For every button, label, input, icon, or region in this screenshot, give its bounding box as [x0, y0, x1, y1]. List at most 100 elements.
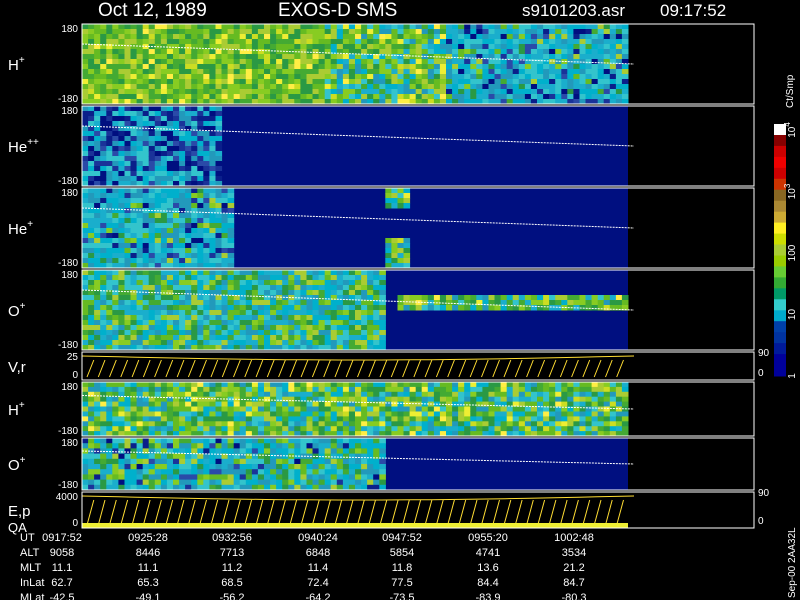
spectrogram-cell	[361, 453, 368, 460]
spectrogram-cell	[318, 64, 326, 70]
spectrogram-cell	[124, 84, 132, 90]
spectrogram-cell	[173, 156, 180, 162]
spectrogram-cell	[88, 121, 95, 127]
spectrogram-cell	[94, 176, 101, 182]
spectrogram-cell	[166, 121, 174, 127]
spectrogram-cell	[458, 382, 465, 388]
spectrogram-cell	[573, 84, 580, 90]
spectrogram-cell	[88, 198, 95, 204]
spectrogram-cell	[215, 156, 223, 162]
spectrogram-cell	[567, 69, 574, 75]
spectrogram-cell	[282, 474, 289, 481]
spectrogram-cell	[124, 238, 132, 244]
spectrogram-cell	[209, 285, 216, 291]
spectrogram-cell	[312, 59, 320, 65]
spectrogram-cell	[373, 295, 380, 301]
spectrogram-cell	[142, 203, 150, 209]
spectrogram-cell	[530, 426, 538, 432]
spectrogram-cell	[100, 29, 107, 35]
colorbar-segment	[774, 222, 786, 235]
spectrogram-cell	[446, 64, 453, 70]
orbit-row-name: ALT	[20, 547, 40, 559]
spectrogram-cell	[257, 474, 265, 481]
quality-bar	[82, 523, 628, 528]
y-axis-max-label: 180	[61, 270, 78, 281]
spectrogram-cell	[160, 438, 168, 444]
spectrogram-cell	[251, 275, 259, 281]
spectrogram-cell	[245, 300, 253, 306]
spectrogram-cell	[173, 275, 180, 281]
spectrogram-cell	[179, 126, 186, 132]
spectrogram-cell	[124, 44, 132, 50]
spectrogram-cell	[148, 69, 156, 75]
spectrogram-cell	[306, 94, 314, 100]
spectrogram-cell	[257, 44, 265, 50]
spectrogram-cell	[355, 59, 362, 65]
spectrogram-cell	[179, 223, 186, 229]
spectrogram-cell	[136, 315, 144, 321]
spectrogram-cell	[573, 300, 580, 306]
spectrogram-cell	[312, 474, 320, 481]
spectrogram-cell	[433, 406, 441, 412]
spectrogram-cell	[409, 94, 417, 100]
spectrogram-cell	[142, 39, 150, 45]
spectrogram-cell	[130, 24, 138, 30]
spectrogram-cell	[191, 166, 198, 172]
spectrogram-cell	[324, 300, 332, 306]
spectrogram-cell	[464, 89, 471, 95]
spectrogram-cell	[385, 248, 392, 254]
spectrogram-cell	[251, 64, 259, 70]
spectrogram-cell	[379, 330, 386, 336]
spectrogram-cell	[197, 295, 204, 301]
spectrogram-cell	[336, 479, 344, 486]
spectrogram-cell	[415, 74, 423, 80]
spectrogram-cell	[154, 391, 162, 398]
spectrogram-cell	[573, 74, 580, 80]
spectrogram-cell	[82, 396, 89, 403]
spectrogram-cell	[264, 315, 271, 321]
spectrogram-cell	[500, 29, 508, 35]
panel-5-vr: 250V,r900	[8, 348, 770, 381]
spectrogram-cell	[88, 79, 95, 85]
spectrogram-cell	[294, 24, 301, 30]
spectrogram-cell	[118, 310, 125, 316]
spectrogram-cell	[312, 411, 320, 417]
spectrogram-cell	[88, 156, 95, 162]
spectrogram-cell	[191, 391, 198, 398]
spectrogram-cell	[154, 421, 162, 427]
spectrogram-cell	[118, 270, 125, 276]
spectrogram-cell	[173, 141, 180, 147]
spectrogram-cell	[494, 49, 502, 55]
spectrogram-cell	[427, 24, 435, 30]
spectrogram-cell	[591, 34, 599, 40]
spectrogram-cell	[166, 464, 174, 470]
spectrogram-cell	[154, 464, 162, 470]
orbit-row-name: MLat	[20, 592, 44, 600]
spectrogram-cell	[567, 39, 574, 45]
spectrogram-cell	[470, 69, 477, 75]
spectrogram-cell	[203, 340, 210, 346]
spectrogram-cell	[227, 243, 235, 249]
spectrogram-cell	[136, 406, 144, 412]
spectrogram-cell	[300, 335, 307, 341]
spectrogram-cell	[555, 382, 562, 388]
spectrogram-cell	[154, 49, 162, 55]
spectrogram-cell	[403, 295, 411, 301]
spectrogram-cell	[148, 54, 156, 60]
spectrogram-cell	[336, 280, 344, 286]
spectrogram-cell	[166, 59, 174, 65]
spectrogram-cell	[597, 382, 605, 388]
spectrogram-cell	[585, 74, 593, 80]
spectrogram-cell	[191, 74, 198, 80]
spectrogram-cell	[530, 24, 538, 30]
spectrogram-cell	[342, 411, 350, 417]
spectrogram-cell	[379, 24, 386, 30]
spectrogram-cell	[160, 416, 168, 422]
spectrogram-cell	[106, 305, 113, 311]
spectrogram-cell	[318, 29, 326, 35]
spectrogram-cell	[409, 39, 417, 45]
spectrogram-cell	[221, 218, 229, 224]
spectrogram-cell	[100, 59, 107, 65]
spectrogram-cell	[148, 300, 156, 306]
colorbar-segment	[774, 354, 786, 366]
